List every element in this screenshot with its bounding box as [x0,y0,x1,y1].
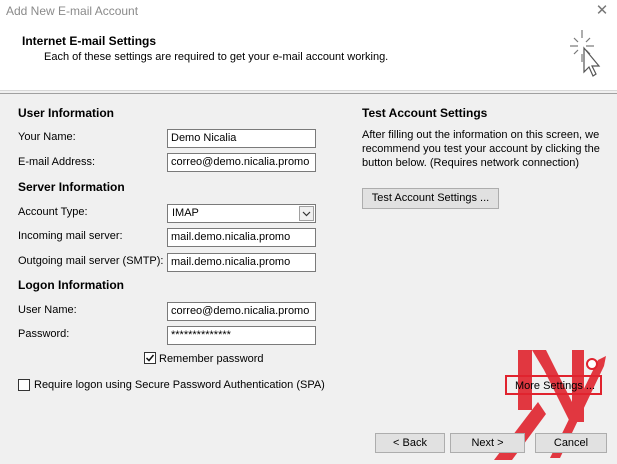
next-button[interactable]: Next > [450,433,525,453]
server-info-heading: Server Information [18,180,125,194]
outgoing-server-label: Outgoing mail server (SMTP): [18,255,164,267]
your-name-field[interactable]: Demo Nicalia [167,129,316,148]
cancel-button[interactable]: Cancel [535,433,607,453]
incoming-server-label: Incoming mail server: [18,230,123,242]
outgoing-server-field[interactable]: mail.demo.nicalia.promo [167,253,316,272]
test-settings-description: After filling out the information on thi… [362,129,600,169]
email-address-field[interactable]: correo@demo.nicalia.promo [167,153,316,172]
incoming-server-field[interactable]: mail.demo.nicalia.promo [167,228,316,247]
back-button[interactable]: < Back [375,433,445,453]
page-title: Internet E-mail Settings [22,34,157,48]
window-title: Add New E-mail Account [6,4,139,18]
page-subtitle: Each of these settings are required to g… [44,51,389,63]
wizard-cursor-icon [566,28,610,78]
password-field[interactable]: ************** [167,326,316,345]
account-type-select[interactable]: IMAP [167,204,316,223]
test-settings-heading: Test Account Settings [362,106,488,120]
highlight-box [505,375,602,395]
password-label: Password: [18,328,70,340]
user-name-field[interactable]: correo@demo.nicalia.promo [167,302,316,321]
user-info-heading: User Information [18,106,115,120]
checkmark-icon [145,354,155,362]
chevron-down-icon[interactable] [299,206,314,221]
account-type-label: Account Type: [18,206,88,218]
your-name-label: Your Name: [18,131,76,143]
test-account-settings-button[interactable]: Test Account Settings ... [362,188,499,209]
header-separator [0,93,617,94]
account-type-value: IMAP [172,207,199,219]
user-name-label: User Name: [18,304,77,316]
remember-password-label[interactable]: Remember password [159,353,264,365]
remember-password-checkbox[interactable] [144,352,156,364]
close-icon[interactable]: ✕ [593,2,611,20]
spa-checkbox[interactable] [18,379,30,391]
email-address-label: E-mail Address: [18,156,96,168]
logon-info-heading: Logon Information [18,278,124,292]
spa-label[interactable]: Require logon using Secure Password Auth… [34,379,325,391]
